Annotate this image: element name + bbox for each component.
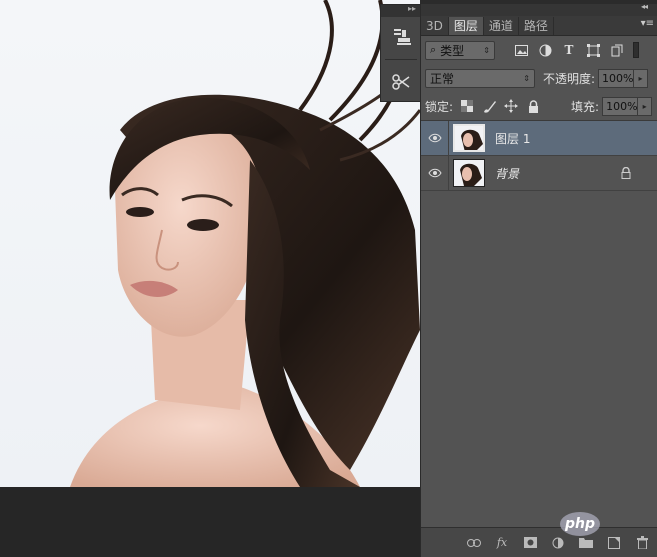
layers-panel: ◂◂ 3D 图层 通道 路径 ▾≡ ⌕ 类型 ⇕ T 正常 ⇕ 不透明度: 10… — [420, 2, 657, 557]
tab-layers[interactable]: 图层 — [448, 17, 484, 35]
layer-thumbnail[interactable] — [453, 124, 485, 152]
layer-thumbnail[interactable] — [453, 159, 485, 187]
new-adjustment-layer-icon[interactable] — [551, 536, 565, 550]
smart-object-filter-icon[interactable] — [609, 42, 625, 58]
opacity-slider-toggle[interactable]: ▸ — [634, 68, 649, 88]
collapsed-tool-panel: ▸▸ — [380, 4, 422, 102]
expand-icon[interactable]: ▸▸ — [408, 4, 416, 13]
collapse-icon[interactable]: ◂◂ — [641, 2, 648, 11]
blend-mode-value: 正常 — [430, 71, 455, 86]
link-layers-icon[interactable] — [467, 536, 481, 550]
chevron-updown-icon: ⇕ — [483, 45, 490, 55]
adjustment-filter-icon[interactable] — [537, 42, 553, 58]
php-watermark-logo: php — [560, 512, 600, 536]
fill-slider-toggle[interactable]: ▸ — [638, 96, 653, 116]
shape-filter-icon[interactable] — [585, 42, 601, 58]
filter-kind-label: 类型 — [440, 43, 465, 58]
scissors-icon — [392, 74, 410, 90]
new-group-folder-icon[interactable] — [579, 536, 593, 550]
lock-label: 锁定: — [425, 99, 454, 114]
lock-row: 锁定: 填充: 100% ▸ — [421, 92, 657, 120]
filter-toggle-switch[interactable] — [633, 42, 639, 58]
opacity-label: 不透明度: — [543, 71, 596, 86]
blend-mode-dropdown[interactable]: 正常 ⇕ — [425, 68, 535, 88]
tab-paths[interactable]: 路径 — [519, 17, 554, 35]
tab-3d[interactable]: 3D — [421, 17, 449, 35]
filter-kind-dropdown[interactable]: ⌕ 类型 ⇕ — [425, 40, 495, 60]
lock-all-padlock-icon[interactable] — [525, 98, 541, 114]
fill-label: 填充: — [571, 99, 600, 114]
type-filter-icon[interactable]: T — [561, 42, 577, 58]
layers-list: 图层 1 背景 — [421, 120, 657, 520]
layers-panel-toolbar: fx — [421, 527, 657, 557]
separator — [385, 59, 417, 60]
add-mask-icon[interactable] — [523, 536, 537, 550]
layer-name[interactable]: 背景 — [495, 165, 519, 182]
blend-row: 正常 ⇕ 不透明度: 100% ▸ — [421, 64, 657, 92]
layer-locked-icon — [621, 166, 631, 182]
fill-input[interactable]: 100% — [602, 96, 639, 116]
collapsed-panel-header[interactable]: ▸▸ — [381, 4, 421, 17]
layer-name[interactable]: 图层 1 — [495, 130, 530, 147]
visibility-eye-icon[interactable] — [421, 155, 449, 191]
visibility-eye-icon[interactable] — [421, 120, 449, 156]
panel-menu-icon[interactable]: ▾≡ — [641, 18, 654, 29]
lock-pixels-brush-icon[interactable] — [481, 98, 497, 114]
panel-tab-bar: 3D 图层 通道 路径 ▾≡ — [421, 16, 657, 36]
image-filter-icon[interactable] — [513, 42, 529, 58]
chevron-updown-icon: ⇕ — [523, 73, 530, 83]
new-layer-icon[interactable] — [607, 536, 621, 550]
opacity-input[interactable]: 100% — [598, 68, 635, 88]
portrait-photo — [70, 0, 420, 487]
panel-title-bar[interactable]: ◂◂ — [421, 2, 657, 16]
stamp-icon — [394, 29, 411, 45]
lock-transparent-icon[interactable] — [459, 98, 475, 114]
layer-row-background[interactable]: 背景 — [421, 155, 657, 191]
clone-source-button[interactable] — [381, 17, 421, 57]
document-canvas[interactable] — [0, 0, 420, 487]
tool-presets-button[interactable] — [381, 62, 421, 102]
search-icon: ⌕ — [430, 43, 437, 56]
lock-position-move-icon[interactable] — [503, 98, 519, 114]
canvas-footer-area — [0, 487, 420, 557]
layer-row-layer1[interactable]: 图层 1 — [421, 120, 657, 156]
tab-channels[interactable]: 通道 — [484, 17, 519, 35]
layer-filter-row: ⌕ 类型 ⇕ T — [421, 36, 657, 64]
layer-style-fx-button[interactable]: fx — [495, 536, 509, 550]
delete-layer-trash-icon[interactable] — [635, 536, 649, 550]
